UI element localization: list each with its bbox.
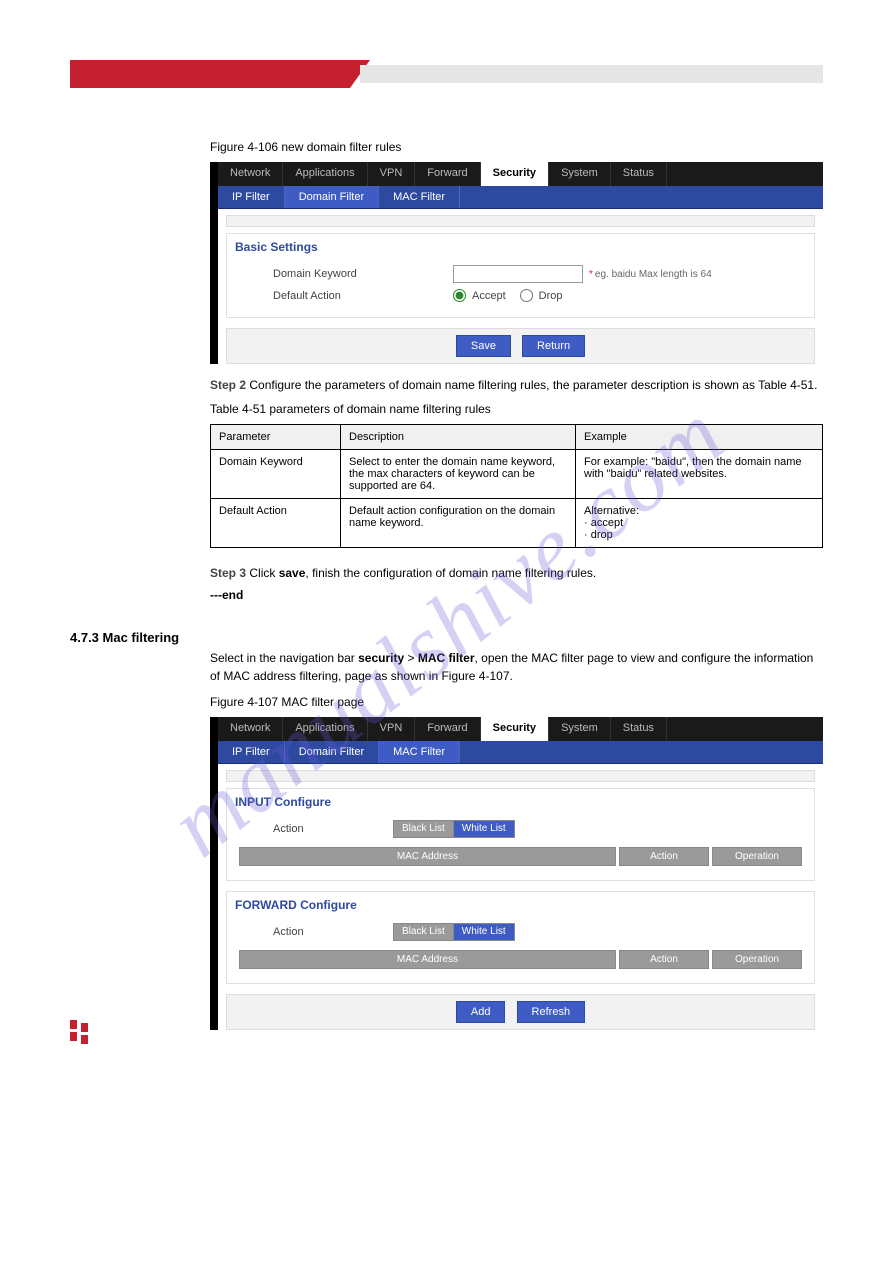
tab-status[interactable]: Status — [611, 162, 667, 186]
step3-label: Step 3 — [210, 566, 246, 580]
page-header — [70, 60, 823, 90]
return-button[interactable]: Return — [522, 335, 585, 357]
forward-white-list-button[interactable]: White List — [454, 924, 514, 940]
radio-drop[interactable] — [520, 289, 533, 302]
default-action-label: Default Action — [273, 290, 453, 302]
step2-text: Configure the parameters of domain name … — [249, 378, 817, 392]
table-451-caption: Table 4-51 parameters of domain name fil… — [210, 402, 823, 416]
forward-action-toggle: Black List White List — [393, 923, 515, 941]
tab-vpn[interactable]: VPN — [368, 162, 416, 186]
cell-ex-1: For example: "baidu", then the domain na… — [576, 450, 823, 499]
step3: Step 3 Click save, finish the configurat… — [210, 566, 823, 580]
basic-settings-title: Basic Settings — [235, 240, 804, 254]
step2: Step 2 Configure the parameters of domai… — [210, 378, 823, 392]
cell-desc-2: Default action configuration on the doma… — [341, 499, 576, 548]
input-black-list-button[interactable]: Black List — [394, 821, 454, 837]
radio-drop-label: Drop — [539, 290, 563, 302]
tab-network-2[interactable]: Network — [218, 717, 283, 741]
vendor-logo-icon — [70, 1020, 88, 1044]
radio-accept-label: Accept — [472, 290, 506, 302]
sec-intro: Select in the navigation bar — [210, 651, 358, 665]
forward-configure-panel: FORWARD Configure Action Black List Whit… — [226, 891, 815, 984]
main-tabs: Network Applications VPN Forward Securit… — [218, 162, 823, 186]
sub-tabs-2: IP Filter Domain Filter MAC Filter — [218, 741, 823, 764]
cell-desc-1: Select to enter the domain name keyword,… — [341, 450, 576, 499]
basic-settings-panel: Basic Settings Domain Keyword * eg. baid… — [226, 233, 815, 318]
subtab-mac-filter[interactable]: MAC Filter — [379, 186, 460, 208]
th-description: Description — [341, 425, 576, 450]
banner-red — [70, 60, 350, 88]
params-table: Parameter Description Example Domain Key… — [210, 424, 823, 548]
tab-forward-2[interactable]: Forward — [415, 717, 480, 741]
main-tabs-2: Network Applications VPN Forward Securit… — [218, 717, 823, 741]
cell-param-2: Default Action — [211, 499, 341, 548]
subtab-ip-filter-2[interactable]: IP Filter — [218, 741, 285, 763]
table-row: Domain Keyword Select to enter the domai… — [211, 450, 823, 499]
col-operation: Operation — [712, 847, 802, 866]
radio-accept[interactable] — [453, 289, 466, 302]
figure-107-caption: Figure 4-107 MAC filter page — [210, 695, 823, 709]
tab-vpn-2[interactable]: VPN — [368, 717, 416, 741]
router-ui-domain-filter: Network Applications VPN Forward Securit… — [210, 162, 823, 364]
section-473-heading: 4.7.3 Mac filtering — [70, 630, 823, 645]
subtab-domain-filter[interactable]: Domain Filter — [285, 186, 379, 208]
col-mac-address-2: MAC Address — [239, 950, 616, 969]
tab-forward[interactable]: Forward — [415, 162, 480, 186]
tab-status-2[interactable]: Status — [611, 717, 667, 741]
domain-keyword-input[interactable] — [453, 265, 583, 283]
figure-106-caption: Figure 4-106 new domain filter rules — [210, 140, 823, 154]
button-row-2: Add Refresh — [226, 994, 815, 1030]
section-473-intro: Select in the navigation bar security > … — [210, 649, 823, 685]
refresh-button[interactable]: Refresh — [517, 1001, 586, 1023]
tab-system-2[interactable]: System — [549, 717, 611, 741]
input-configure-title: INPUT Configure — [235, 795, 804, 809]
input-configure-panel: INPUT Configure Action Black List White … — [226, 788, 815, 881]
button-row-1: Save Return — [226, 328, 815, 364]
forward-configure-title: FORWARD Configure — [235, 898, 804, 912]
step2-label: Step 2 — [210, 378, 246, 392]
add-button[interactable]: Add — [456, 1001, 506, 1023]
end-marker: ---end — [210, 588, 823, 602]
spacer-bar — [226, 215, 815, 227]
col-mac-address: MAC Address — [239, 847, 616, 866]
tab-security[interactable]: Security — [481, 162, 549, 186]
th-example: Example — [576, 425, 823, 450]
forward-action-label: Action — [273, 926, 393, 938]
cell-param-1: Domain Keyword — [211, 450, 341, 499]
tab-network[interactable]: Network — [218, 162, 283, 186]
spacer-bar-2 — [226, 770, 815, 782]
router-ui-mac-filter: Network Applications VPN Forward Securit… — [210, 717, 823, 1030]
subtab-mac-filter-2[interactable]: MAC Filter — [379, 741, 460, 763]
input-table-header: MAC Address Action Operation — [239, 847, 802, 866]
sec-bold-macfilter: MAC filter — [418, 651, 475, 665]
th-parameter: Parameter — [211, 425, 341, 450]
col-operation-2: Operation — [712, 950, 802, 969]
save-button[interactable]: Save — [456, 335, 511, 357]
forward-table-header: MAC Address Action Operation — [239, 950, 802, 969]
forward-black-list-button[interactable]: Black List — [394, 924, 454, 940]
step3-text-a: Click — [249, 566, 278, 580]
tab-applications-2[interactable]: Applications — [283, 717, 367, 741]
sec-bold-security: security — [358, 651, 404, 665]
required-star: * — [589, 269, 593, 280]
banner-gray — [360, 65, 823, 83]
domain-keyword-hint: eg. baidu Max length is 64 — [595, 269, 712, 280]
cell-ex-2: Alternative: · accept · drop — [576, 499, 823, 548]
subtab-domain-filter-2[interactable]: Domain Filter — [285, 741, 379, 763]
input-white-list-button[interactable]: White List — [454, 821, 514, 837]
sec-mid: > — [404, 651, 418, 665]
subtab-ip-filter[interactable]: IP Filter — [218, 186, 285, 208]
tab-system[interactable]: System — [549, 162, 611, 186]
tab-security-2[interactable]: Security — [481, 717, 549, 741]
sub-tabs: IP Filter Domain Filter MAC Filter — [218, 186, 823, 209]
col-action-2: Action — [619, 950, 709, 969]
input-action-toggle: Black List White List — [393, 820, 515, 838]
step3-text-c: , finish the configuration of domain nam… — [305, 566, 596, 580]
table-row: Default Action Default action configurat… — [211, 499, 823, 548]
col-action: Action — [619, 847, 709, 866]
domain-keyword-label: Domain Keyword — [273, 268, 453, 280]
input-action-label: Action — [273, 823, 393, 835]
step3-save-bold: save — [279, 566, 306, 580]
tab-applications[interactable]: Applications — [283, 162, 367, 186]
